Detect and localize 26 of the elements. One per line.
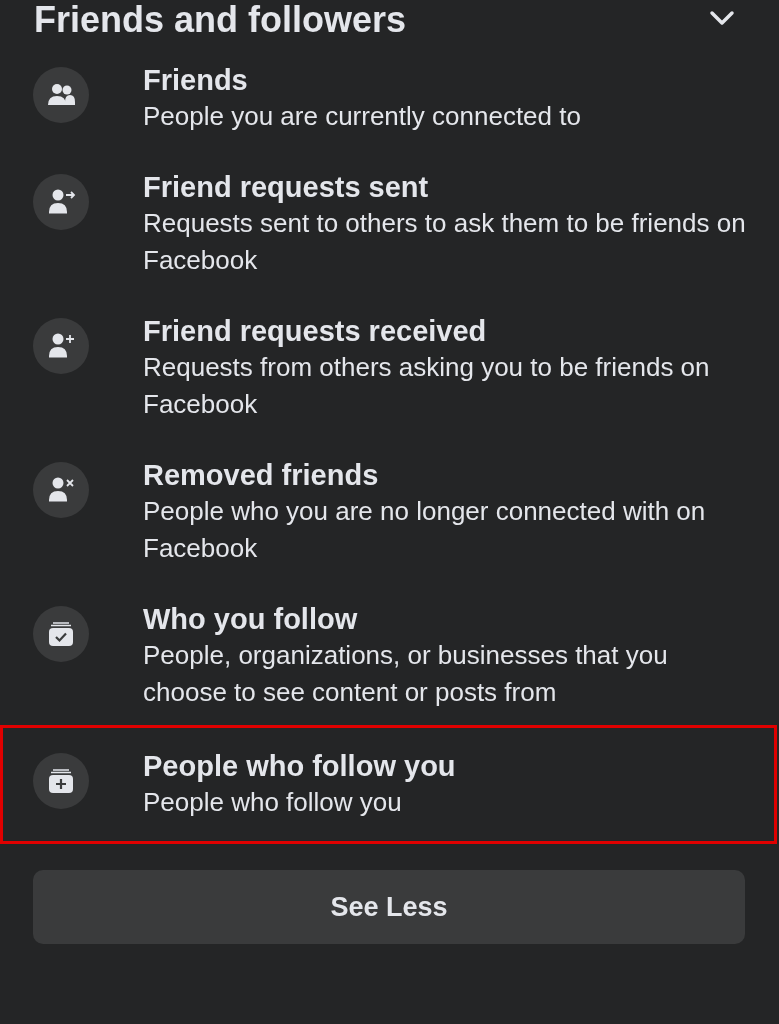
item-title: Removed friends bbox=[143, 458, 380, 493]
list-item[interactable]: Friend requests sent Requests sent to others to ask them to be friends on Facebook bbox=[0, 169, 779, 279]
chevron-icon[interactable] bbox=[709, 10, 735, 26]
item-description: Requests sent to others to ask them to be friends on Facebook bbox=[143, 207, 747, 277]
item-title: Friends bbox=[143, 63, 249, 98]
card-check-icon bbox=[46, 619, 76, 649]
list-item[interactable]: Friend requests received Requests from others asking you to be friends on Facebook bbox=[0, 313, 779, 423]
item-title: People who follow you bbox=[143, 749, 456, 784]
item-description: People who follow you bbox=[143, 786, 403, 819]
person-x-icon bbox=[46, 475, 76, 505]
list-item[interactable]: Friends People you are currently connected to bbox=[0, 62, 779, 135]
see-less-button[interactable]: See Less bbox=[33, 870, 745, 944]
list-item[interactable]: Who you follow People, organizations, or businesses that you choose to see content or posts from bbox=[0, 601, 779, 711]
item-title: Friend requests received bbox=[143, 314, 488, 349]
item-title: Who you follow bbox=[143, 602, 359, 637]
item-description: People who you are no longer connected with on Facebook bbox=[143, 495, 707, 565]
item-description: People, organizations, or businesses that you choose to see content or posts from bbox=[143, 639, 669, 709]
item-title: Friend requests sent bbox=[143, 170, 430, 205]
card-plus-icon bbox=[46, 766, 76, 796]
person-arrow-icon bbox=[46, 187, 76, 217]
item-description: People you are currently connected to bbox=[143, 100, 581, 133]
highlighted-list-item[interactable]: People who follow you People who follow you bbox=[0, 725, 777, 844]
list-item[interactable]: Removed friends People who you are no longer connected with on Facebook bbox=[0, 457, 779, 567]
section-title: Friends and followers bbox=[34, 0, 407, 40]
person-plus-icon bbox=[46, 331, 76, 361]
item-description: Requests from others asking you to be friends on Facebook bbox=[143, 351, 711, 421]
